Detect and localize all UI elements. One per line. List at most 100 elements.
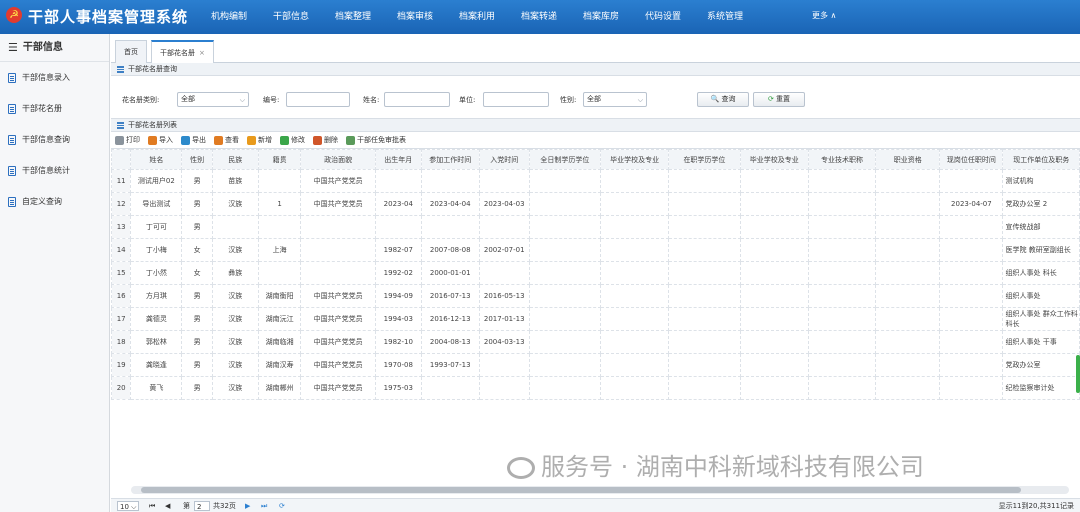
table-cell: 汉族	[211, 238, 259, 262]
more-menu-button[interactable]: 更多 ∧	[812, 0, 836, 32]
table-row[interactable]: 14 丁小梅女汉族 上海 1982-07 2007-08-08 2002-07-01 医学院…	[110, 238, 1080, 262]
table-row[interactable]: 11 测试用户02 男苗族 中国共产党党员 测试机构	[110, 169, 1080, 193]
row-number: 18	[110, 330, 132, 354]
table-cell	[668, 330, 741, 354]
table-row[interactable]: 17 龚德灵男汉族 湖南沅江 中国共产党党员 1994-03 2016-12-13 2017…	[110, 307, 1080, 331]
column-header[interactable]: 现工作单位及职务	[1002, 149, 1080, 170]
scrollbar-thumb[interactable]	[141, 487, 1021, 493]
sidebar-item-cadre-query[interactable]: 干部信息查询	[0, 124, 109, 155]
table-row[interactable]: 20 黄飞男汉族 湖南郴州 中国共产党党员 1975-03 纪检监察审计处	[110, 376, 1080, 400]
sidebar-header: ☰ 干部信息	[0, 34, 109, 62]
column-header[interactable]: 入党时间	[478, 149, 530, 170]
tab-label: 干部花名册	[160, 49, 195, 57]
import-button[interactable]: 导入	[148, 135, 173, 145]
table-cell: 丁可可	[130, 215, 183, 239]
gender-label: 性别:	[560, 96, 577, 104]
column-header[interactable]: 姓名	[130, 149, 183, 170]
table-cell: 女	[181, 238, 213, 262]
last-page-icon[interactable]: ⏭	[261, 501, 267, 511]
toolbar-label: 干部任免审批表	[357, 136, 406, 144]
nav-item-archive-review[interactable]: 档案审核	[384, 0, 446, 34]
nav-item-code-settings[interactable]: 代码设置	[632, 0, 694, 34]
table-cell	[739, 238, 809, 262]
toolbar-label: 新增	[258, 136, 272, 144]
print-button[interactable]: 打印	[115, 135, 140, 145]
next-page-icon[interactable]: ▶	[245, 501, 250, 511]
prev-page-icon[interactable]: ◀	[165, 501, 170, 511]
close-icon[interactable]: ×	[199, 49, 205, 57]
page-size-select[interactable]: 10 ⌵	[117, 501, 140, 511]
page-prefix: 第	[183, 502, 190, 510]
row-number: 20	[110, 376, 132, 400]
name-input[interactable]	[384, 92, 450, 107]
tab-cadre-roster[interactable]: 干部花名册 ×	[151, 40, 214, 63]
table-row[interactable]: 12 导出测试男汉族 1 中国共产党党员 2023-04 2023-04-04 2023-0…	[110, 192, 1080, 216]
refresh-icon[interactable]: ⟳	[279, 501, 285, 511]
reset-button[interactable]: ⟳ 重置	[753, 92, 805, 107]
nav-item-archive-storage[interactable]: 档案库房	[570, 0, 632, 34]
side-tab[interactable]	[1076, 355, 1080, 393]
view-button[interactable]: 查看	[214, 135, 239, 145]
nav-item-org-staffing[interactable]: 机构编制	[198, 0, 260, 34]
table-row[interactable]: 16 方月琪男汉族 湖南衡阳 中国共产党党员 1994-09 2016-07-13 2016…	[110, 284, 1080, 308]
column-header[interactable]: 民族	[211, 149, 259, 170]
sidebar-item-cadre-entry[interactable]: 干部信息录入	[0, 62, 109, 93]
delete-button[interactable]: 删除	[313, 135, 338, 145]
query-section-header: 干部花名册查询	[111, 63, 1080, 76]
sidebar-item-custom-query[interactable]: 自定义查询	[0, 186, 109, 217]
chevron-down-icon: ⌵	[239, 96, 245, 104]
table-cell	[807, 238, 877, 262]
export-button[interactable]: 导出	[181, 135, 206, 145]
table-cell	[600, 261, 670, 285]
nav-item-archive-transfer[interactable]: 档案转递	[508, 0, 570, 34]
table-row[interactable]: 15 丁小然女彝族 1992-02 2000-01-01 组织人事处 科长	[110, 261, 1080, 285]
column-header[interactable]: 政治面貌	[300, 149, 376, 170]
column-header[interactable]: 毕业学校及专业	[739, 149, 809, 170]
table-row[interactable]: 13 丁可可男 宣传统战部	[110, 215, 1080, 239]
number-label: 编号:	[263, 96, 280, 104]
appointment-form-button[interactable]: 干部任免审批表	[346, 135, 406, 145]
table-cell	[875, 169, 941, 193]
column-header[interactable]: 性别	[181, 149, 213, 170]
column-header[interactable]: 出生年月	[374, 149, 422, 170]
table-header: 姓名 性别 民族 籍贯 政治面貌 出生年月 参加工作时间 入党时间 全日制学历学位 毕业学校及专业…	[110, 149, 1080, 170]
tab-home[interactable]: 首页	[115, 40, 147, 63]
column-header[interactable]: 专业技术职称	[807, 149, 877, 170]
app-title: 干部人事档案管理系统	[28, 8, 189, 26]
table-row[interactable]: 18 郭松林男汉族 湖南临湘 中国共产党党员 1982-10 2004-08-13 2004…	[110, 330, 1080, 354]
query-button[interactable]: 🔍 查询	[697, 92, 749, 107]
page-number-input[interactable]: 2	[194, 501, 210, 511]
table-cell: 2007-08-08	[420, 238, 480, 262]
column-header[interactable]: 籍贯	[257, 149, 302, 170]
table-cell	[739, 307, 809, 331]
column-header[interactable]: 全日制学历学位	[528, 149, 602, 170]
add-button[interactable]: 新增	[247, 135, 272, 145]
nav-item-archive-organize[interactable]: 档案整理	[322, 0, 384, 34]
sidebar-item-cadre-stats[interactable]: 干部信息统计	[0, 155, 109, 186]
column-header[interactable]: 参加工作时间	[420, 149, 480, 170]
roster-type-select[interactable]: 全部 ⌵	[177, 92, 249, 107]
table-cell	[600, 215, 670, 239]
column-header[interactable]: 职业资格	[875, 149, 941, 170]
table-cell	[528, 169, 602, 193]
column-header[interactable]: 毕业学校及专业	[600, 149, 670, 170]
column-header[interactable]: 现岗位任职时间	[939, 149, 1004, 170]
gender-select[interactable]: 全部 ⌵	[583, 92, 647, 107]
first-page-icon[interactable]: ⏮	[149, 501, 155, 511]
sidebar-item-cadre-roster[interactable]: 干部花名册	[0, 93, 109, 124]
horizontal-scrollbar[interactable]	[131, 486, 1069, 494]
table-cell: 汉族	[211, 353, 259, 377]
nav-item-cadre-info[interactable]: 干部信息	[260, 0, 322, 34]
refresh-icon: ⟳	[767, 95, 774, 103]
number-input[interactable]	[286, 92, 350, 107]
nav-item-archive-use[interactable]: 档案利用	[446, 0, 508, 34]
table-row[interactable]: 19 龚晓逢男汉族 湖南汉寿 中国共产党党员 1970-08 1993-07-13 党政办公…	[110, 353, 1080, 377]
table-cell	[807, 353, 877, 377]
unit-input[interactable]	[483, 92, 549, 107]
nav-item-system-admin[interactable]: 系统管理	[694, 0, 756, 34]
table-cell	[528, 330, 602, 354]
edit-button[interactable]: 修改	[280, 135, 305, 145]
row-number: 15	[110, 261, 132, 285]
column-header[interactable]: 在职学历学位	[668, 149, 741, 170]
table-cell: 医学院 教研室副组长	[1002, 238, 1080, 262]
